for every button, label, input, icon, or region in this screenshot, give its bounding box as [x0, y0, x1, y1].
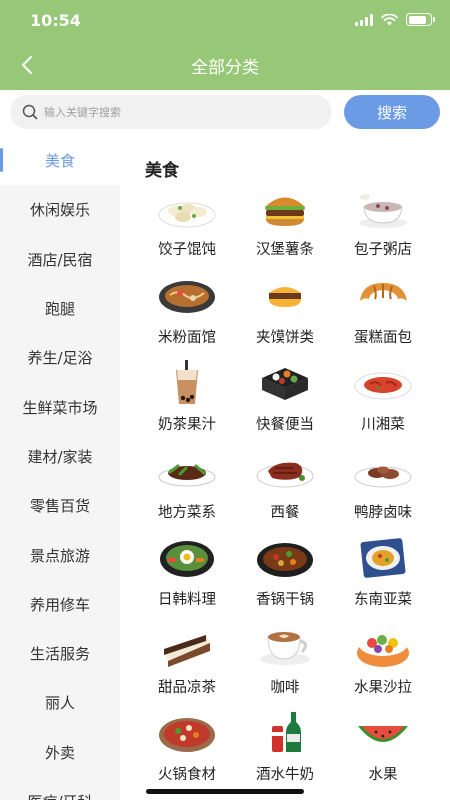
status-icons [355, 13, 435, 26]
coffee-cup-icon [254, 621, 316, 669]
page-title: 全部分类 [191, 58, 259, 78]
category-content: 美食 饺子馄饨 汉堡薯条 包子粥店米粉面馆 夹馍饼类 蛋糕面包奶茶果汁 快餐便当 川湘菜地方… [120, 136, 450, 800]
croissant-icon [352, 271, 414, 319]
category-label: 汉堡薯条 [256, 242, 314, 258]
sidebar-item[interactable]: 医疗/牙科 [0, 777, 120, 800]
braised-meat-icon [352, 446, 414, 494]
category-label: 川湘菜 [361, 417, 405, 433]
congee-icon [352, 183, 414, 231]
search-input[interactable] [44, 105, 304, 119]
category-item[interactable]: 咖啡 [236, 621, 334, 709]
cake-slice-icon [156, 621, 218, 669]
category-item[interactable]: 饺子馄饨 [138, 183, 236, 271]
noodle-bowl-icon [156, 271, 218, 319]
category-item[interactable]: 川湘菜 [334, 358, 432, 446]
category-item[interactable]: 甜品凉茶 [138, 621, 236, 709]
category-label: 西餐 [270, 504, 300, 521]
curry-plate-icon [352, 533, 414, 581]
category-label: 饺子馄饨 [158, 242, 216, 258]
watermelon-icon [352, 708, 414, 756]
home-indicator [146, 789, 304, 794]
section-title: 美食 [145, 161, 179, 181]
category-item[interactable]: 夹馍饼类 [236, 271, 334, 359]
sidebar-item[interactable]: 休闲娱乐 [0, 185, 120, 234]
status-time: 10:54 [30, 11, 81, 30]
steak-icon [254, 446, 316, 494]
category-item[interactable]: 米粉面馆 [138, 271, 236, 359]
subcategory-grid: 饺子馄饨 汉堡薯条 包子粥店米粉面馆 夹馍饼类 蛋糕面包奶茶果汁 快餐便当 川湘菜地方菜系 西… [138, 183, 432, 796]
category-label: 火锅食材 [158, 767, 216, 783]
category-label: 蛋糕面包 [354, 329, 412, 346]
sidebar-item[interactable]: 养生/足浴 [0, 333, 120, 382]
category-item[interactable]: 蛋糕面包 [334, 271, 432, 359]
burger-icon [254, 183, 316, 231]
sidebar-item[interactable]: 跑腿 [0, 284, 120, 333]
app-header: 10:54 全部分类 [0, 0, 450, 90]
bento-icon [254, 358, 316, 406]
category-item[interactable]: 汉堡薯条 [236, 183, 334, 271]
dumplings-icon [156, 183, 218, 231]
sidebar-item[interactable]: 酒店/民宿 [0, 235, 120, 284]
status-bar: 10:54 [0, 0, 450, 44]
drinks-icon [254, 708, 316, 756]
sidebar-item[interactable]: 零售百货 [0, 481, 120, 530]
category-label: 水果 [368, 767, 398, 783]
sandwich-icon [254, 271, 316, 319]
category-label: 甜品凉茶 [158, 679, 216, 696]
category-item[interactable]: 奶茶果汁 [138, 358, 236, 446]
spicy-dish-icon [352, 358, 414, 406]
category-label: 鸭脖卤味 [354, 504, 412, 521]
category-label: 水果沙拉 [354, 679, 412, 696]
sidebar-item[interactable]: 养用修车 [0, 580, 120, 629]
category-label: 奶茶果汁 [158, 417, 216, 433]
category-item[interactable]: 地方菜系 [138, 446, 236, 534]
category-label: 酒水牛奶 [256, 767, 314, 783]
category-item[interactable]: 西餐 [236, 446, 334, 534]
category-label: 咖啡 [270, 679, 300, 696]
dry-pot-icon [254, 533, 316, 581]
sidebar-item[interactable]: 外卖 [0, 728, 120, 777]
hotpot-icon [156, 708, 218, 756]
category-label: 包子粥店 [354, 242, 412, 258]
category-item[interactable]: 酒水牛奶 [236, 708, 334, 796]
stir-fry-plate-icon [156, 446, 218, 494]
search-icon [22, 104, 38, 120]
category-label: 快餐便当 [256, 417, 314, 433]
wifi-icon [381, 13, 398, 25]
category-label: 东南亚菜 [354, 592, 412, 608]
category-item[interactable]: 香锅干锅 [236, 533, 334, 621]
category-label: 日韩料理 [158, 592, 216, 608]
sidebar-item[interactable]: 美食 [0, 136, 120, 186]
category-label: 地方菜系 [158, 504, 216, 521]
category-item[interactable]: 东南亚菜 [334, 533, 432, 621]
category-label: 米粉面馆 [158, 329, 216, 346]
sidebar-item[interactable]: 生鲜菜市场 [0, 382, 120, 431]
battery-icon [406, 13, 435, 26]
cellular-signal-icon [355, 13, 373, 26]
search-box[interactable] [10, 95, 332, 129]
search-button[interactable]: 搜索 [344, 95, 440, 129]
category-sidebar: 美食 休闲娱乐 酒店/民宿 跑腿 养生/足浴 生鲜菜市场 建材/家装 零售百货 景点旅游 养用修车… [0, 136, 120, 800]
category-item[interactable]: 鸭脖卤味 [334, 446, 432, 534]
bubble-tea-icon [156, 358, 218, 406]
category-label: 夹馍饼类 [256, 329, 314, 346]
search-bar: 搜索 [0, 90, 450, 136]
category-label: 香锅干锅 [256, 592, 314, 608]
sidebar-item[interactable]: 建材/家装 [0, 432, 120, 481]
category-item[interactable]: 火锅食材 [138, 708, 236, 796]
battery-level [408, 15, 427, 24]
category-item[interactable]: 包子粥店 [334, 183, 432, 271]
category-item[interactable]: 水果 [334, 708, 432, 796]
category-item[interactable]: 日韩料理 [138, 533, 236, 621]
fruit-salad-icon [352, 621, 414, 669]
sidebar-item[interactable]: 丽人 [0, 678, 120, 727]
bibimbap-icon [156, 533, 218, 581]
sidebar-item[interactable]: 生活服务 [0, 629, 120, 678]
category-item[interactable]: 快餐便当 [236, 358, 334, 446]
sidebar-item[interactable]: 景点旅游 [0, 530, 120, 579]
category-item[interactable]: 水果沙拉 [334, 621, 432, 709]
